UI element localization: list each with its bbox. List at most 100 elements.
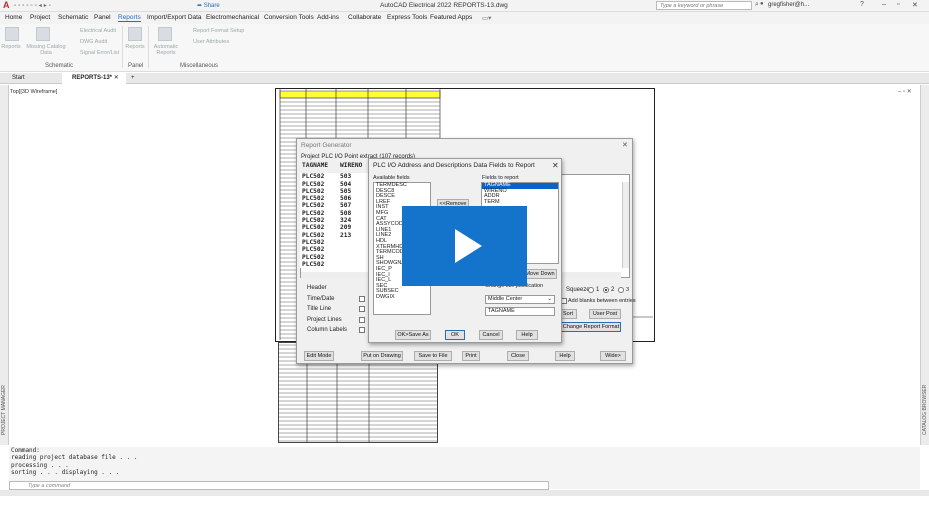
menu-project[interactable]: Project bbox=[30, 14, 50, 21]
table-row[interactable]: PLC502 504 bbox=[300, 181, 368, 188]
report-data-table[interactable]: TAGNAME WIRENO PLC502 503 PLC502 504 PLC502 5… bbox=[300, 162, 368, 274]
search-input[interactable]: Type a keyword or phrase bbox=[656, 1, 752, 10]
viewport-label[interactable]: Top][3D Wireframe] bbox=[10, 89, 57, 95]
reports-icon[interactable] bbox=[5, 27, 19, 41]
put-on-drawing-button[interactable]: Put on Drawing bbox=[361, 351, 403, 361]
table-row[interactable]: PLC502 505 bbox=[300, 188, 368, 195]
table-row[interactable]: PLC502 508 bbox=[300, 210, 368, 217]
time-date-checkbox[interactable] bbox=[359, 296, 365, 302]
catalog-browser-palette[interactable]: CATALOG BROWSER bbox=[920, 85, 929, 445]
ok-button[interactable]: OK bbox=[445, 330, 465, 340]
quick-access-toolbar[interactable]: ▫▫▫▫▫▫◂▸▫ bbox=[14, 2, 53, 9]
justification-value: Middle Center bbox=[488, 296, 523, 302]
edit-mode-button[interactable]: Edit Mode bbox=[304, 351, 334, 361]
cancel-button[interactable]: Cancel bbox=[479, 330, 503, 340]
print-button[interactable]: Print bbox=[462, 351, 480, 361]
video-play-button[interactable] bbox=[402, 206, 527, 286]
table-row[interactable]: PLC502 213 bbox=[300, 232, 368, 239]
table-row[interactable]: PLC502 503 bbox=[300, 173, 368, 180]
share-button[interactable]: ➦ Share bbox=[197, 2, 220, 9]
menu-reports[interactable]: Reports bbox=[118, 14, 141, 22]
project-lines-checkbox[interactable] bbox=[359, 317, 365, 323]
table-row[interactable]: PLC502 506 bbox=[300, 195, 368, 202]
column-title-input[interactable]: TAGNAME bbox=[485, 307, 555, 316]
new-tab-button[interactable]: + bbox=[128, 73, 142, 84]
fullscreen-icon[interactable] bbox=[900, 498, 922, 518]
table-row[interactable]: PLC502 bbox=[300, 239, 368, 246]
ribbon-reports-button[interactable]: Reports bbox=[0, 44, 22, 50]
squeeze-radio-2-label: 2 bbox=[611, 287, 615, 293]
viewport-controls[interactable]: – ▫ ✕ bbox=[898, 88, 912, 95]
help-button[interactable]: Help bbox=[555, 351, 575, 361]
menu-schematic[interactable]: Schematic bbox=[58, 14, 88, 21]
share-icon[interactable] bbox=[860, 498, 880, 518]
list-item[interactable]: TERM bbox=[482, 199, 558, 206]
menu-conversion-tools[interactable]: Conversion Tools bbox=[264, 14, 314, 21]
user-icon[interactable]: ● bbox=[760, 1, 764, 7]
data-fields-close-icon[interactable]: ✕ bbox=[552, 161, 559, 170]
report-generator-close-icon[interactable]: ✕ bbox=[622, 141, 628, 149]
command-input[interactable]: Type a command bbox=[9, 481, 549, 490]
video-play-control-icon[interactable] bbox=[10, 498, 24, 516]
volume-icon[interactable] bbox=[781, 499, 803, 517]
minimize-icon[interactable]: – bbox=[882, 1, 886, 8]
table-row[interactable]: PLC502 507 bbox=[300, 202, 368, 209]
justification-select[interactable]: Middle Center ⌄ bbox=[485, 295, 555, 304]
change-report-format-button[interactable]: Change Report Format bbox=[561, 322, 621, 332]
menu-import-export[interactable]: Import/Export Data bbox=[147, 14, 202, 21]
save-to-file-button[interactable]: Save to File bbox=[414, 351, 452, 361]
command-line: Command: bbox=[11, 447, 40, 454]
restore-icon[interactable]: ▫ bbox=[897, 1, 899, 8]
squeeze-radio-3[interactable] bbox=[618, 287, 624, 293]
ok-save-as-button[interactable]: OK>Save As bbox=[395, 330, 431, 340]
report-format-setup-button[interactable]: Report Format Setup bbox=[193, 28, 244, 34]
tab-reports-13[interactable]: REPORTS-13* ✕ bbox=[62, 73, 126, 84]
user-attributes-button[interactable]: User Attributes bbox=[193, 39, 229, 45]
ribbon-automatic-reports-button[interactable]: Automatic Reports bbox=[150, 44, 182, 56]
electrical-audit-button[interactable]: Electrical Audit bbox=[80, 28, 116, 34]
table-row[interactable]: PLC502 bbox=[300, 261, 368, 268]
column-labels-checkbox[interactable] bbox=[359, 327, 365, 333]
panel-reports-icon[interactable] bbox=[128, 27, 142, 41]
table-row[interactable]: PLC502 bbox=[300, 254, 368, 261]
menu-electromechanical[interactable]: Electromechanical bbox=[206, 14, 259, 21]
automatic-reports-icon[interactable] bbox=[158, 27, 172, 41]
project-manager-palette[interactable]: PROJECT MANAGER bbox=[0, 85, 9, 445]
ribbon-missing-catalog-button[interactable]: Missing Catalog Data bbox=[24, 44, 68, 56]
squeeze-radio-1[interactable] bbox=[588, 287, 594, 293]
ribbon-panel-reports-button[interactable]: Reports bbox=[124, 44, 146, 50]
help-icon[interactable]: ? bbox=[860, 1, 864, 8]
app-logo[interactable]: A bbox=[3, 0, 10, 10]
search-icon[interactable]: ⌕ bbox=[755, 1, 759, 9]
title-line-checkbox[interactable] bbox=[359, 306, 365, 312]
dwg-audit-button[interactable]: DWG Audit bbox=[80, 39, 107, 45]
user-name[interactable]: gregfisher@h... bbox=[768, 2, 809, 8]
squeeze-radio-2[interactable] bbox=[603, 287, 609, 293]
wide-button[interactable]: Wide> bbox=[600, 351, 626, 361]
menu-add-ins[interactable]: Add-ins bbox=[317, 14, 339, 21]
menu-collaborate[interactable]: Collaborate bbox=[348, 14, 381, 21]
tab-close-icon[interactable]: ✕ bbox=[114, 75, 119, 81]
table-row[interactable]: PLC502 324 bbox=[300, 217, 368, 224]
table-row[interactable]: PLC502 bbox=[300, 246, 368, 253]
move-down-button[interactable]: Move Down bbox=[523, 269, 557, 279]
fields-help-button[interactable]: Help bbox=[516, 330, 538, 340]
list-item[interactable]: DWGIX bbox=[374, 294, 430, 301]
settings-gear-icon[interactable]: ⚙ bbox=[822, 498, 837, 516]
close-button[interactable]: Close bbox=[507, 351, 529, 361]
signal-error-button[interactable]: Signal Error/List bbox=[80, 50, 119, 56]
menu-express-tools[interactable]: Express Tools bbox=[387, 14, 427, 21]
menu-home[interactable]: Home bbox=[5, 14, 22, 21]
menu-panel[interactable]: Panel bbox=[94, 14, 111, 21]
user-post-button[interactable]: User Post bbox=[589, 309, 621, 319]
missing-catalog-icon[interactable] bbox=[36, 27, 50, 41]
cell-wireno: 324 bbox=[340, 217, 352, 225]
video-progress-handle[interactable] bbox=[88, 504, 96, 512]
table-row[interactable]: PLC502 209 bbox=[300, 224, 368, 231]
report-preview-scrollbar[interactable] bbox=[622, 182, 629, 268]
menu-overflow-icon[interactable]: ▭▾ bbox=[482, 14, 491, 22]
close-icon[interactable]: ✕ bbox=[912, 1, 918, 9]
video-progress-bar[interactable] bbox=[88, 504, 766, 512]
tab-start[interactable]: Start bbox=[2, 73, 60, 84]
menu-featured-apps[interactable]: Featured Apps bbox=[430, 14, 472, 21]
